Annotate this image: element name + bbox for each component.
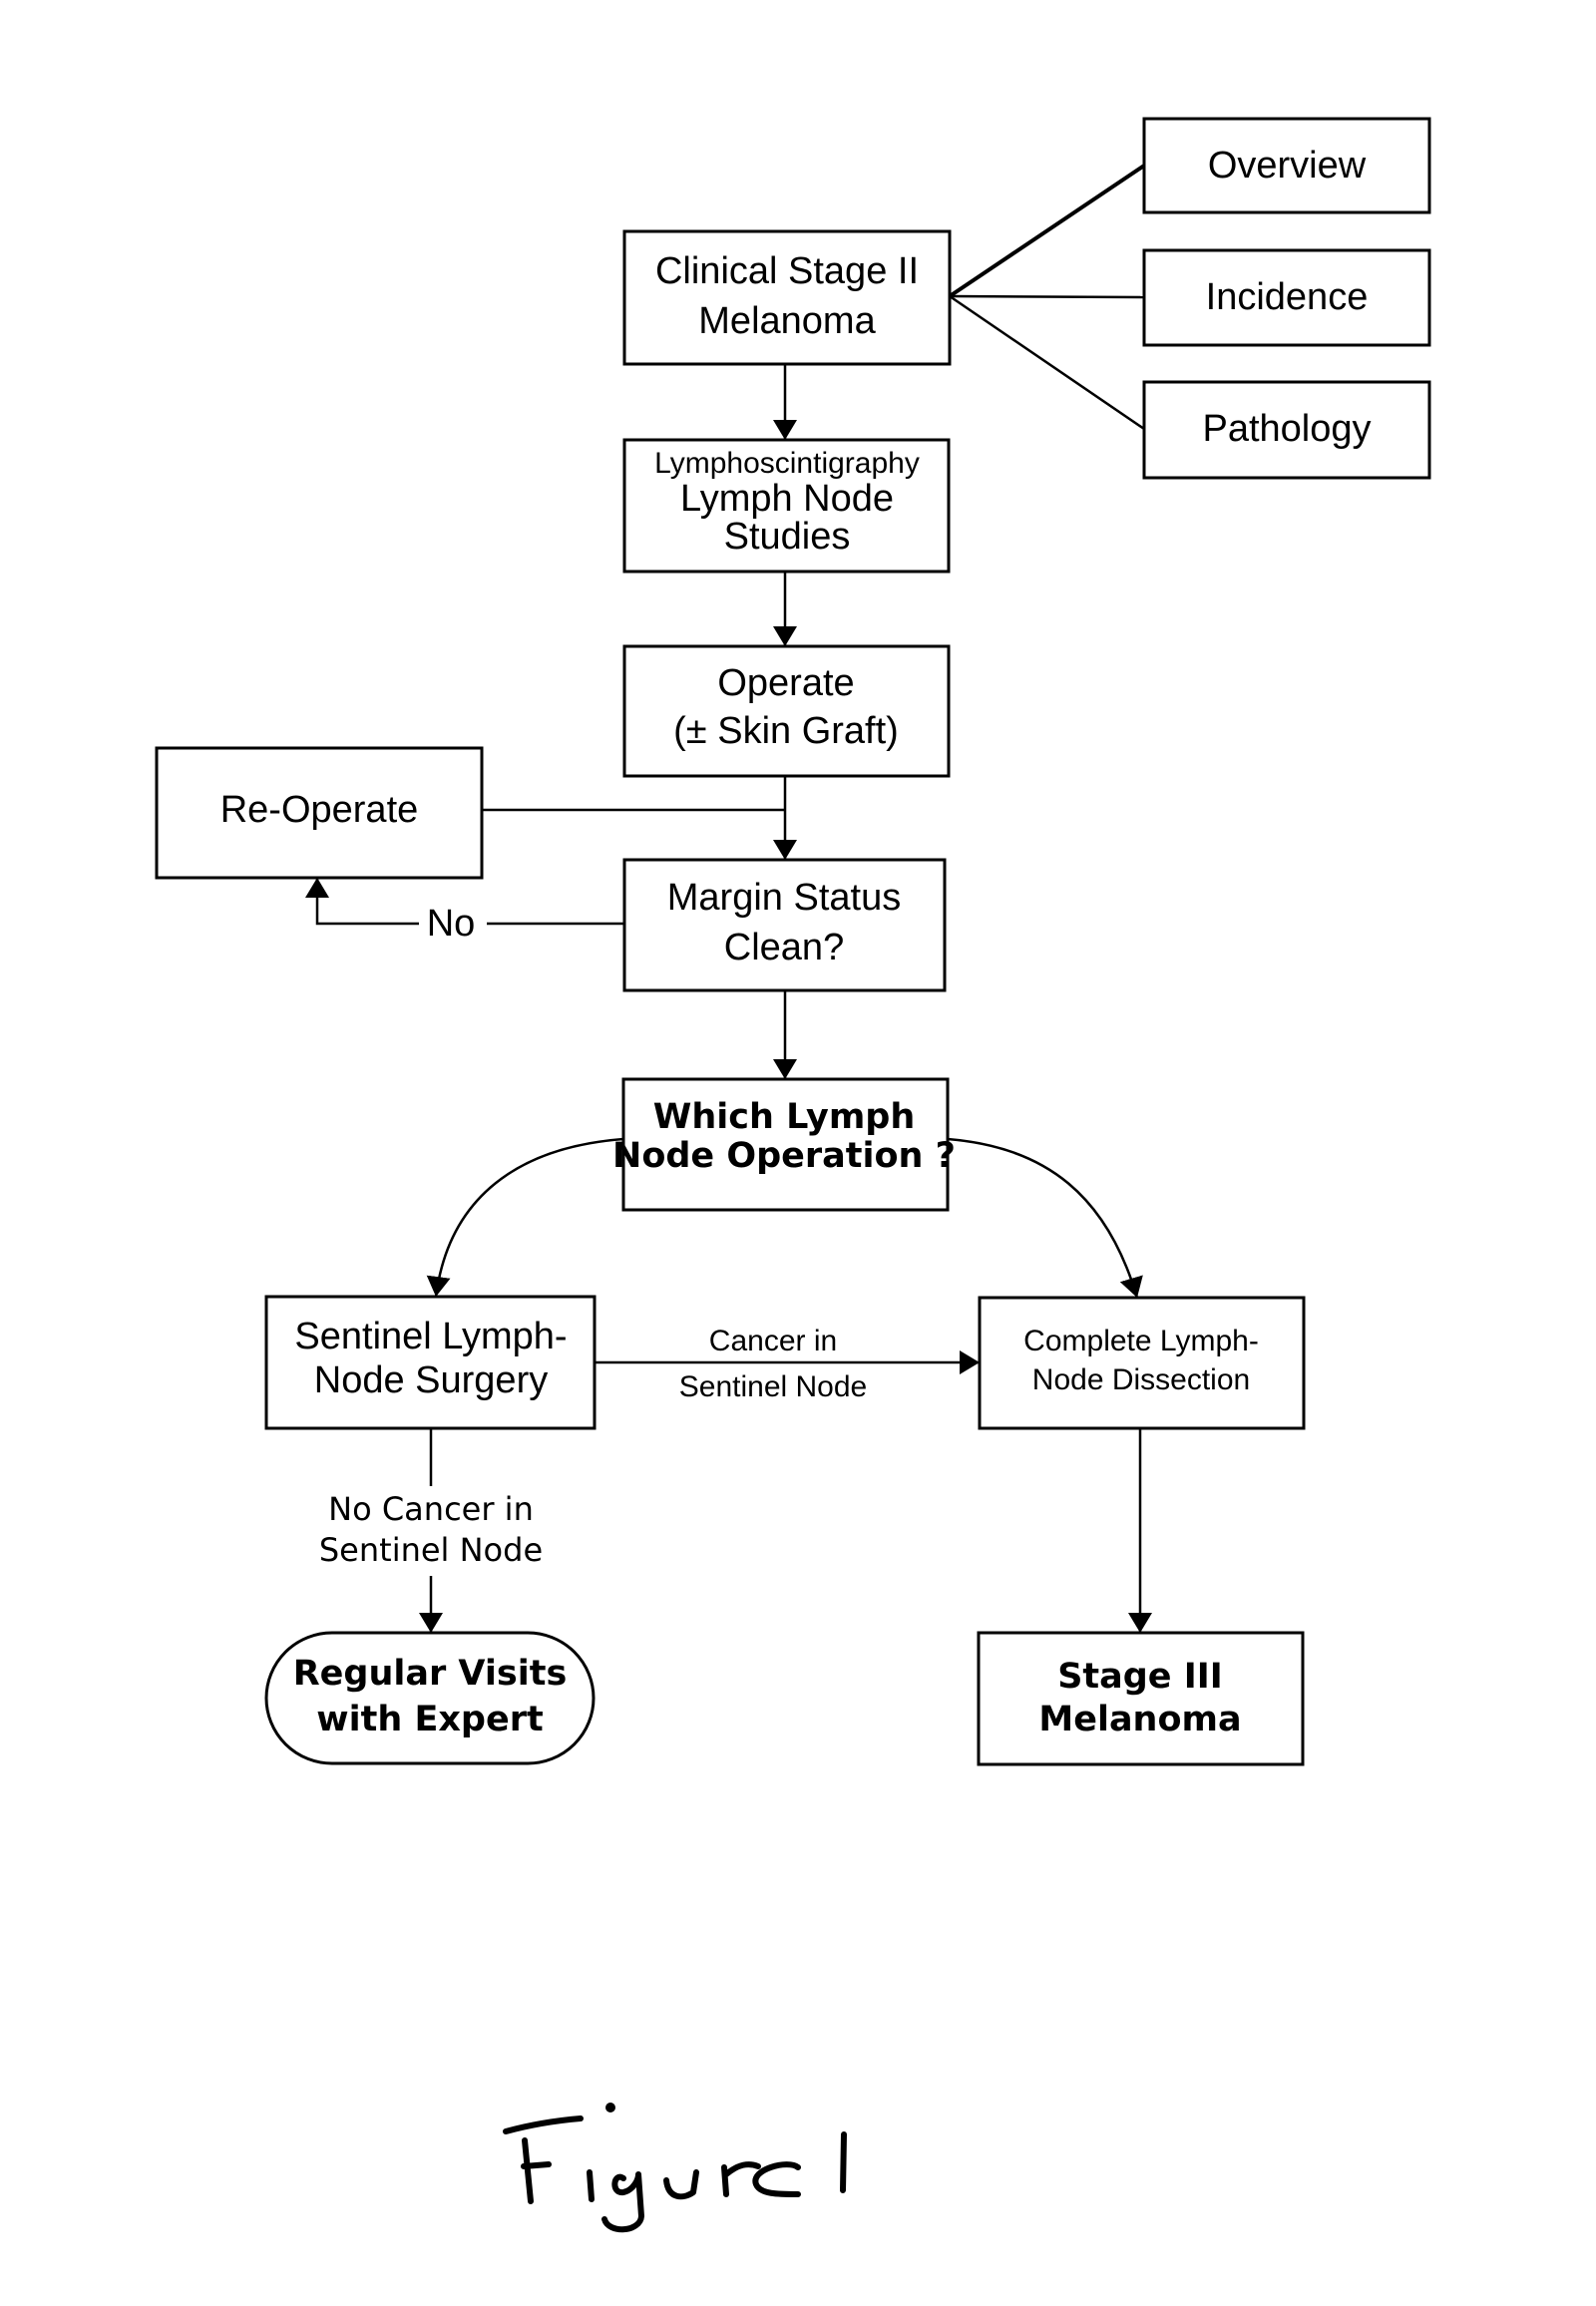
node-label: Regular Visits xyxy=(293,1654,568,1694)
edge-label-no-cancer: No Cancer in xyxy=(328,1490,534,1528)
edge-which-sentinel xyxy=(426,1137,624,1298)
node-complete-dissection: Complete Lymph- Node Dissection xyxy=(978,1296,1306,1430)
edge-label-no-cancer: Sentinel Node xyxy=(319,1531,543,1569)
node-label: Sentinel Lymph- xyxy=(294,1316,567,1357)
edge-label-no: No xyxy=(427,903,476,945)
node-incidence: Incidence xyxy=(1142,248,1431,347)
node-label: Operate xyxy=(717,662,854,704)
node-pathology: Pathology xyxy=(1142,380,1431,480)
node-re-operate: Re-Operate xyxy=(155,746,484,880)
node-which-operation: Which Lymph Node Operation ? xyxy=(612,1077,956,1212)
node-label: Stage III xyxy=(1057,1657,1223,1697)
node-label: Which Lymph xyxy=(653,1097,916,1137)
caption-handwriting xyxy=(503,2103,847,2233)
node-label: Studies xyxy=(724,516,851,558)
node-label: Node Operation ? xyxy=(612,1136,956,1176)
node-label: Pathology xyxy=(1202,408,1371,450)
node-label: Node Dissection xyxy=(1032,1363,1250,1396)
node-label: Incidence xyxy=(1206,276,1369,318)
node-overview: Overview xyxy=(1142,117,1431,214)
node-label: Complete Lymph- xyxy=(1023,1325,1259,1357)
node-clinical-stage: Clinical Stage II Melanoma xyxy=(622,229,952,366)
node-label: Re-Operate xyxy=(220,789,419,831)
node-label: Node Surgery xyxy=(314,1359,548,1401)
figure-caption: Figure 1 xyxy=(503,2103,847,2233)
edge-label-cancer: Cancer in xyxy=(709,1325,837,1357)
node-label: Overview xyxy=(1208,145,1367,187)
node-lymphoscintigraphy: Lymphoscintigraphy Lymph Node Studies xyxy=(622,438,951,574)
node-operate: Operate (± Skin Graft) xyxy=(622,644,951,778)
node-label: Lymphoscintigraphy xyxy=(654,447,920,480)
edge-clinical-incidence xyxy=(949,294,1145,299)
edge-label-cancer: Sentinel Node xyxy=(679,1370,867,1403)
edge-clinical-overview xyxy=(948,164,1146,298)
node-stage-three: Stage III Melanoma xyxy=(977,1631,1305,1766)
node-label: Melanoma xyxy=(1038,1700,1241,1739)
edge-margin-no-left xyxy=(305,878,419,926)
node-label: (± Skin Graft) xyxy=(673,710,899,752)
node-regular-visits: Regular Visits with Expert xyxy=(264,1631,596,1765)
edge-which-complete xyxy=(947,1137,1143,1299)
node-label: Clinical Stage II xyxy=(655,250,919,292)
node-label: with Expert xyxy=(316,1700,543,1739)
node-label: Margin Status xyxy=(667,877,901,919)
node-label: Clean? xyxy=(724,927,844,968)
node-label: Melanoma xyxy=(698,300,876,342)
edge-clinical-pathology xyxy=(949,294,1145,431)
flowchart-canvas: Clinical Stage II Melanoma Overview Inci… xyxy=(155,117,1431,2233)
node-label: Lymph Node xyxy=(680,478,894,520)
node-margin-status: Margin Status Clean? xyxy=(622,858,947,992)
node-sentinel-surgery: Sentinel Lymph- Node Surgery xyxy=(264,1295,597,1430)
